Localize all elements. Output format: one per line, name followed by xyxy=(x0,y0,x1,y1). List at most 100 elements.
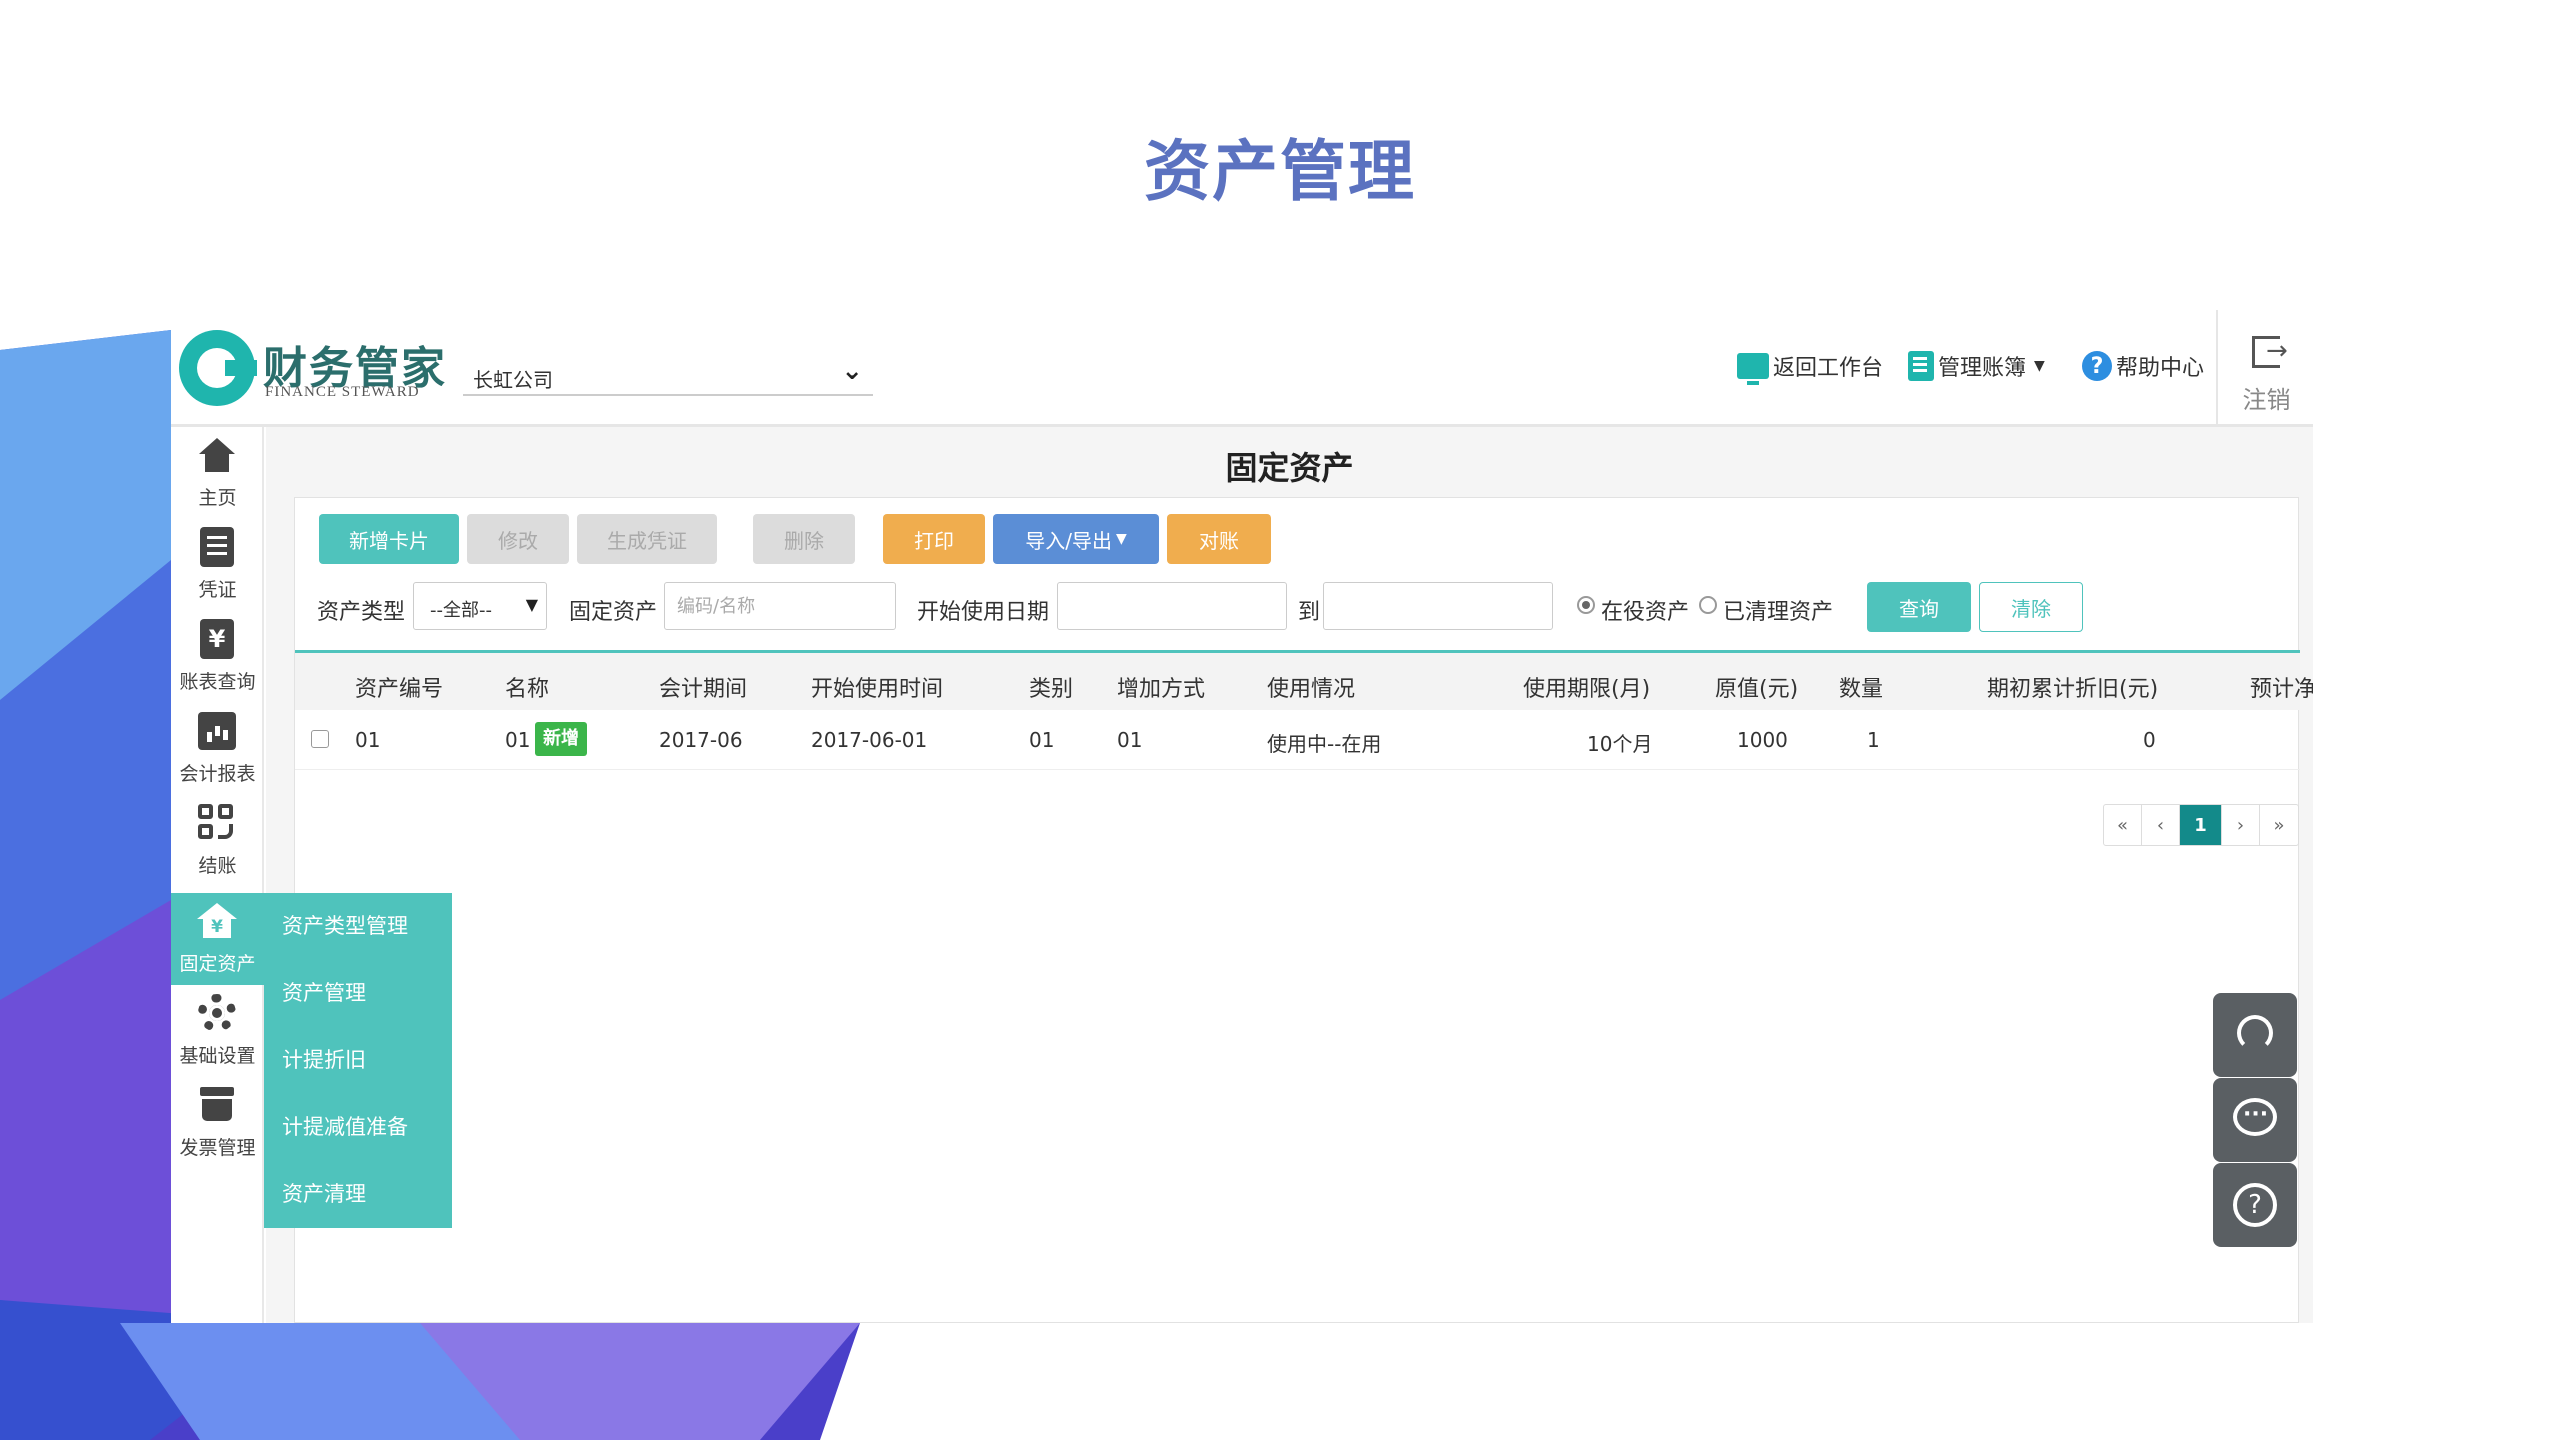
logo-icon xyxy=(179,330,257,406)
asset-type-select[interactable]: --全部-- ▼ xyxy=(413,582,547,630)
sidebar-item-label: 凭证 xyxy=(198,579,237,601)
fixed-assets-submenu: 资产类型管理 资产管理 计提折旧 计提减值准备 资产清理 xyxy=(264,893,452,1228)
sidebar-item-label: 主页 xyxy=(198,487,237,509)
monitor-icon xyxy=(1737,353,1769,385)
cell-name: 01 xyxy=(505,728,531,752)
sidebar-item-label: 会计报表 xyxy=(179,763,256,785)
print-button[interactable]: 打印 xyxy=(883,514,985,564)
column-header: 资产编号 xyxy=(355,677,444,702)
caret-down-icon: ▼ xyxy=(1115,531,1127,547)
slide-title: 资产管理 xyxy=(1144,133,1416,210)
active-assets-radio[interactable] xyxy=(1577,596,1595,614)
add-card-button[interactable]: 新增卡片 xyxy=(319,514,459,564)
gear-icon xyxy=(197,993,237,1033)
cell-term: 10个月 xyxy=(1587,732,1653,756)
import-export-button[interactable]: 导入/导出 ▼ xyxy=(993,514,1159,564)
cleared-assets-radio[interactable] xyxy=(1699,596,1717,614)
logout-button[interactable]: → 注销 xyxy=(2216,310,2313,427)
sidebar-item-label: 账表查询 xyxy=(179,671,256,693)
submenu-depreciation[interactable]: 计提折旧 xyxy=(264,1027,452,1094)
sidebar-item-close-books[interactable]: 结账 xyxy=(171,795,264,887)
edit-button[interactable]: 修改 xyxy=(467,514,569,564)
submenu-impairment[interactable]: 计提减值准备 xyxy=(264,1094,452,1161)
sidebar-item-voucher[interactable]: 凭证 xyxy=(171,519,264,611)
asset-panel: 新增卡片 修改 生成凭证 删除 打印 导入/导出 ▼ 对账 资产类型 --全部-… xyxy=(294,497,2313,1323)
submenu-asset-management[interactable]: 资产管理 xyxy=(264,960,452,1027)
sidebar-item-ledger-query[interactable]: ¥ 账表查询 xyxy=(171,611,264,703)
invoice-box-icon xyxy=(197,1085,237,1125)
help-icon: ? xyxy=(2082,351,2112,381)
manage-books-dropdown[interactable]: 管理账簿 ▼ xyxy=(1908,350,2045,382)
submenu-asset-type-management[interactable]: 资产类型管理 xyxy=(264,893,452,960)
asset-type-value: --全部-- xyxy=(430,600,492,621)
page-title: 固定资产 xyxy=(1225,449,1354,487)
app-window: 财务管家 FINANCE STEWARD 长虹公司 ⌄ 返回工作台 管理账簿 ▼… xyxy=(171,310,2313,1323)
headset-icon xyxy=(2237,1015,2273,1051)
column-header: 增加方式 xyxy=(1117,677,1206,702)
return-workbench-link[interactable]: 返回工作台 xyxy=(1737,350,1884,385)
sidebar-item-home[interactable]: 主页 xyxy=(171,427,264,519)
column-header: 数量 xyxy=(1839,677,1884,702)
sidebar-item-invoice[interactable]: 发票管理 xyxy=(171,1077,264,1169)
chat-button[interactable] xyxy=(2213,1078,2297,1162)
faq-button[interactable]: ? xyxy=(2213,1163,2297,1247)
close-books-icon xyxy=(197,803,237,843)
help-center-label: 帮助中心 xyxy=(2116,356,2205,381)
table-row[interactable]: 01 01 新增 2017-06 2017-06-01 01 01 使用中--在… xyxy=(295,710,2300,770)
main-content: 固定资产 新增卡片 修改 生成凭证 删除 打印 导入/导出 ▼ 对账 资产类型 … xyxy=(266,427,2313,1323)
start-date-to-input[interactable] xyxy=(1323,582,1553,630)
cell-accum-dep: 0 xyxy=(2143,728,2156,752)
sidebar-item-settings[interactable]: 基础设置 xyxy=(171,985,264,1077)
column-header: 名称 xyxy=(505,677,550,702)
cleared-assets-label: 已清理资产 xyxy=(1723,600,1834,625)
clear-button[interactable]: 清除 xyxy=(1979,582,2083,632)
column-header: 使用情况 xyxy=(1267,677,1356,702)
sidebar: 主页 凭证 ¥ 账表查询 会计报表 结账 固定资产 基础设置 xyxy=(171,427,264,1323)
pagination: « ‹ 1 › » xyxy=(2103,804,2299,846)
column-header: 原值(元) xyxy=(1715,677,1799,702)
return-workbench-label: 返回工作台 xyxy=(1773,356,1884,381)
manage-books-label: 管理账簿 xyxy=(1938,356,2027,381)
row-checkbox[interactable] xyxy=(311,730,329,748)
import-export-label: 导入/导出 xyxy=(1025,528,1112,553)
company-select[interactable]: 长虹公司 ⌄ xyxy=(463,352,873,396)
sidebar-item-fixed-assets[interactable]: 固定资产 xyxy=(171,893,264,985)
fixed-asset-label: 固定资产 xyxy=(569,600,658,625)
sidebar-item-label: 基础设置 xyxy=(179,1045,256,1067)
cell-quantity: 1 xyxy=(1867,728,1880,752)
help-center-link[interactable]: ? 帮助中心 xyxy=(2082,350,2204,382)
logout-label: 注销 xyxy=(2242,386,2291,414)
page-prev-button[interactable]: ‹ xyxy=(2142,805,2180,845)
active-assets-label: 在役资产 xyxy=(1601,600,1690,625)
query-button[interactable]: 查询 xyxy=(1867,582,1971,632)
sidebar-item-label: 固定资产 xyxy=(179,953,256,975)
sidebar-item-label: 发票管理 xyxy=(179,1137,256,1159)
generate-voucher-button[interactable]: 生成凭证 xyxy=(577,514,717,564)
page-next-button[interactable]: › xyxy=(2222,805,2260,845)
page-last-button[interactable]: » xyxy=(2260,805,2298,845)
cell-category: 01 xyxy=(1029,728,1055,752)
logo-subtitle: FINANCE STEWARD xyxy=(265,384,420,400)
sidebar-item-label: 结账 xyxy=(198,855,237,877)
sidebar-item-reports[interactable]: 会计报表 xyxy=(171,703,264,795)
delete-button[interactable]: 删除 xyxy=(753,514,855,564)
cell-usage: 使用中--在用 xyxy=(1267,732,1382,756)
reconcile-button[interactable]: 对账 xyxy=(1167,514,1271,564)
column-header: 使用期限(月) xyxy=(1523,677,1651,702)
column-header: 类别 xyxy=(1029,677,1074,702)
table-header: 资产编号 名称 会计期间 开始使用时间 类别 增加方式 使用情况 使用期限(月)… xyxy=(295,650,2313,710)
page-current-button[interactable]: 1 xyxy=(2180,805,2222,845)
column-header: 预计净 xyxy=(2250,677,2313,702)
company-select-value: 长虹公司 xyxy=(473,368,553,392)
column-header: 会计期间 xyxy=(659,677,748,702)
fixed-asset-input[interactable] xyxy=(664,582,896,630)
fixed-asset-icon xyxy=(197,901,237,941)
cell-period: 2017-06 xyxy=(659,728,743,752)
start-date-from-input[interactable] xyxy=(1057,582,1287,630)
page-first-button[interactable]: « xyxy=(2104,805,2142,845)
submenu-asset-disposal[interactable]: 资产清理 xyxy=(264,1161,452,1228)
bar-chart-icon xyxy=(197,711,237,751)
customer-service-button[interactable] xyxy=(2213,993,2297,1077)
caret-down-icon: ▼ xyxy=(2034,358,2045,374)
ledger-icon xyxy=(1908,351,1934,381)
